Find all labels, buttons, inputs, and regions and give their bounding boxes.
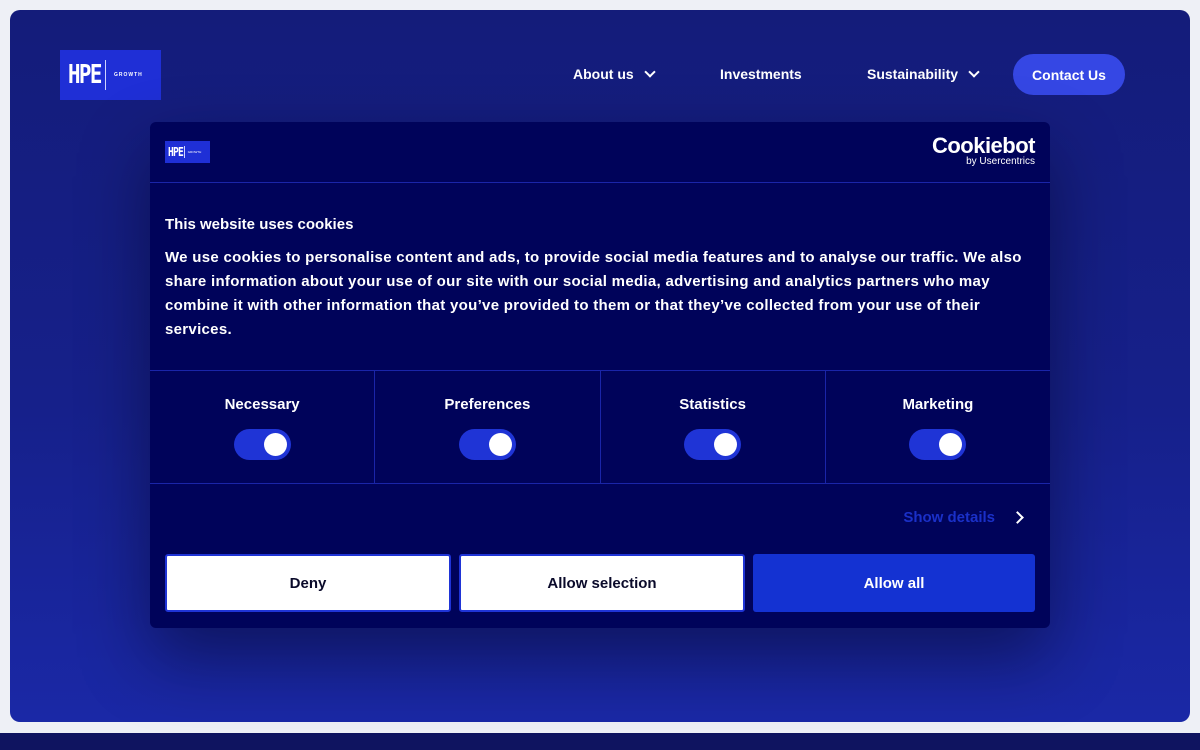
dialog-description: We use cookies to personalise content an… (165, 249, 1022, 338)
nav-item-investments[interactable]: Investments (720, 54, 802, 94)
dialog-header: HPE GROWTH Cookiebot by Usercentrics (150, 122, 1050, 183)
switch-knob (939, 433, 963, 456)
allow-all-button[interactable]: Allow all (753, 554, 1035, 612)
cookiebot-brand: Cookiebot (931, 133, 1036, 158)
toggle-label: Preferences (444, 396, 531, 413)
nav-item-about-us[interactable]: About us (573, 54, 656, 94)
switch-knob (714, 433, 738, 456)
marketing-switch[interactable] (909, 429, 967, 460)
chevron-down-icon (643, 66, 656, 78)
allow-selection-button[interactable]: Allow selection (459, 554, 745, 612)
toggle-label: Marketing (902, 396, 974, 413)
details-row: Show details (150, 484, 1050, 552)
main-nav: About us Investments Sustainability Cont… (10, 54, 1190, 95)
show-details-link[interactable]: Show details (903, 509, 1024, 526)
preferences-switch[interactable] (458, 429, 516, 460)
contact-us-button[interactable]: Contact Us (1013, 54, 1125, 95)
footer-strip (0, 733, 1200, 750)
dialog-logo-mark: HPE (168, 145, 184, 159)
nav-label: Sustainability (867, 66, 959, 82)
toggle-label: Statistics (679, 396, 746, 413)
consent-toggles: Necessary Preferences Statistics Marketi… (150, 371, 1050, 484)
toggle-necessary: Necessary (150, 371, 376, 483)
toggle-statistics: Statistics (601, 371, 826, 483)
chevron-right-icon (1011, 511, 1024, 524)
toggle-marketing: Marketing (826, 371, 1050, 483)
statistics-switch[interactable] (684, 429, 742, 460)
dialog-logo-subtitle: GROWTH (187, 150, 202, 154)
dialog-logo: HPE GROWTH (165, 141, 210, 163)
nav-item-sustainability[interactable]: Sustainability (867, 54, 980, 94)
necessary-switch[interactable] (233, 429, 291, 460)
consent-buttons: Deny Allow selection Allow all (165, 554, 1035, 612)
dialog-title: This website uses cookies (165, 216, 354, 233)
cookie-consent-dialog: HPE GROWTH Cookiebot by Usercentrics Thi… (150, 122, 1050, 628)
switch-knob (488, 433, 512, 456)
cookiebot-logo[interactable]: Cookiebot by Usercentrics (931, 133, 1036, 168)
dialog-logo-divider (183, 146, 185, 158)
toggle-label: Necessary (224, 396, 300, 413)
dialog-body: This website uses cookies We use cookies… (150, 183, 1050, 371)
toggle-preferences: Preferences (375, 371, 601, 483)
nav-label: About us (573, 66, 634, 82)
chevron-down-icon (968, 66, 980, 78)
nav-label: Investments (720, 66, 802, 82)
show-details-label: Show details (903, 509, 995, 526)
deny-button[interactable]: Deny (165, 554, 451, 612)
switch-knob (263, 433, 287, 456)
